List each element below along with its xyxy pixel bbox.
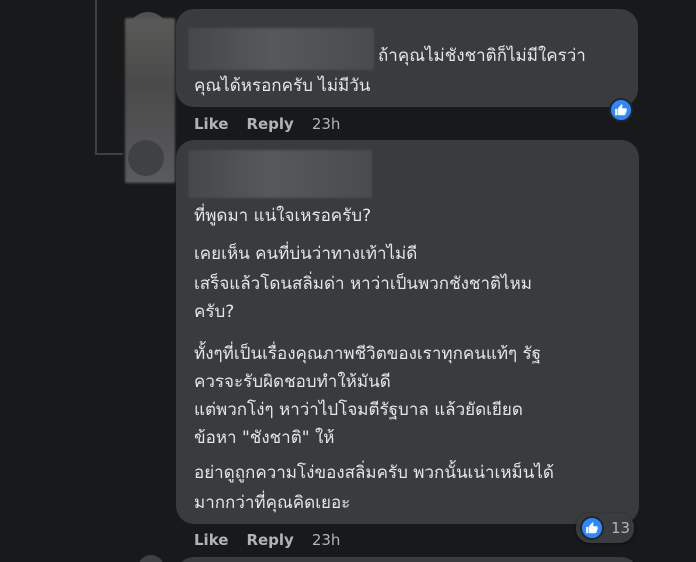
comment-1-actions: Like Reply 23h: [194, 115, 340, 133]
comment-2-reaction-count: 13: [611, 519, 631, 537]
comment-2-actions: Like Reply 23h: [194, 531, 340, 549]
comment-2-paragraph-2-line-1: เคยเห็น คนที่บ่นว่าทางเท้าไม่ดี: [194, 244, 418, 264]
comment-2-paragraph-2-line-3: ครับ?: [194, 302, 235, 322]
comment-2-paragraph-4-line-2: มากกว่าที่คุณคิดเยอะ: [194, 493, 351, 513]
comment-1-timestamp[interactable]: 23h: [312, 115, 341, 133]
comment-2-reply-button[interactable]: Reply: [246, 531, 293, 549]
comment-2-paragraph-1-line-1: ที่พูดมา แน่ใจเหรอครับ?: [194, 206, 372, 226]
thread-line-branch: [95, 153, 123, 155]
comment-2-paragraph-3-line-4: ข้อหา "ชังชาติ" ให้: [194, 428, 335, 448]
comment-1-line-2: คุณได้หรอกครับ ไม่มีวัน: [194, 76, 371, 96]
comment-2-like-button[interactable]: Like: [194, 531, 228, 549]
comment-1-line-1: ถ้าคุณไม่ชังชาติก็ไม่มีใครว่า: [378, 46, 586, 66]
comment-1-reaction[interactable]: [609, 98, 633, 122]
comment-2-avatar[interactable]: [128, 140, 164, 176]
thread-line-top: [95, 0, 97, 155]
comment-thread: ถ้าคุณไม่ชังชาติก็ไม่มีใครว่า คุณได้หรอก…: [0, 0, 696, 562]
next-comment-avatar-edge: [138, 555, 164, 562]
comment-2-timestamp[interactable]: 23h: [312, 531, 341, 549]
comment-2-paragraph-3-line-3: แต่พวกโง่ๆ หาว่าไปโจมตีรัฐบาล แล้วยัดเยี…: [194, 400, 523, 420]
comment-2-author-redacted: [188, 150, 372, 198]
comment-2-paragraph-4-line-1: อย่าดูถูกความโง่ของสลิ่มครับ พวกนั้นเน่า…: [194, 463, 554, 483]
comment-2-reaction[interactable]: 13: [580, 516, 630, 540]
comment-1-reply-button[interactable]: Reply: [246, 115, 293, 133]
thumbs-up-icon: [609, 98, 633, 122]
comment-2-paragraph-3-line-1: ทั้งๆที่เป็นเรื่องคุณภาพชีวิตของเราทุกคน…: [194, 344, 542, 364]
comment-1-author-redacted: [188, 28, 374, 70]
next-comment-bubble-edge: [176, 557, 639, 562]
comment-2-paragraph-2-line-2: เสร็จแล้วโดนสลิ่มด่า หาว่าเป็นพวกชังชาติ…: [194, 274, 533, 294]
comment-1-like-button[interactable]: Like: [194, 115, 228, 133]
thumbs-up-icon: [580, 516, 604, 540]
comment-2-paragraph-3-line-2: ควรจะรับผิดชอบทำให้มันดี: [194, 372, 391, 392]
